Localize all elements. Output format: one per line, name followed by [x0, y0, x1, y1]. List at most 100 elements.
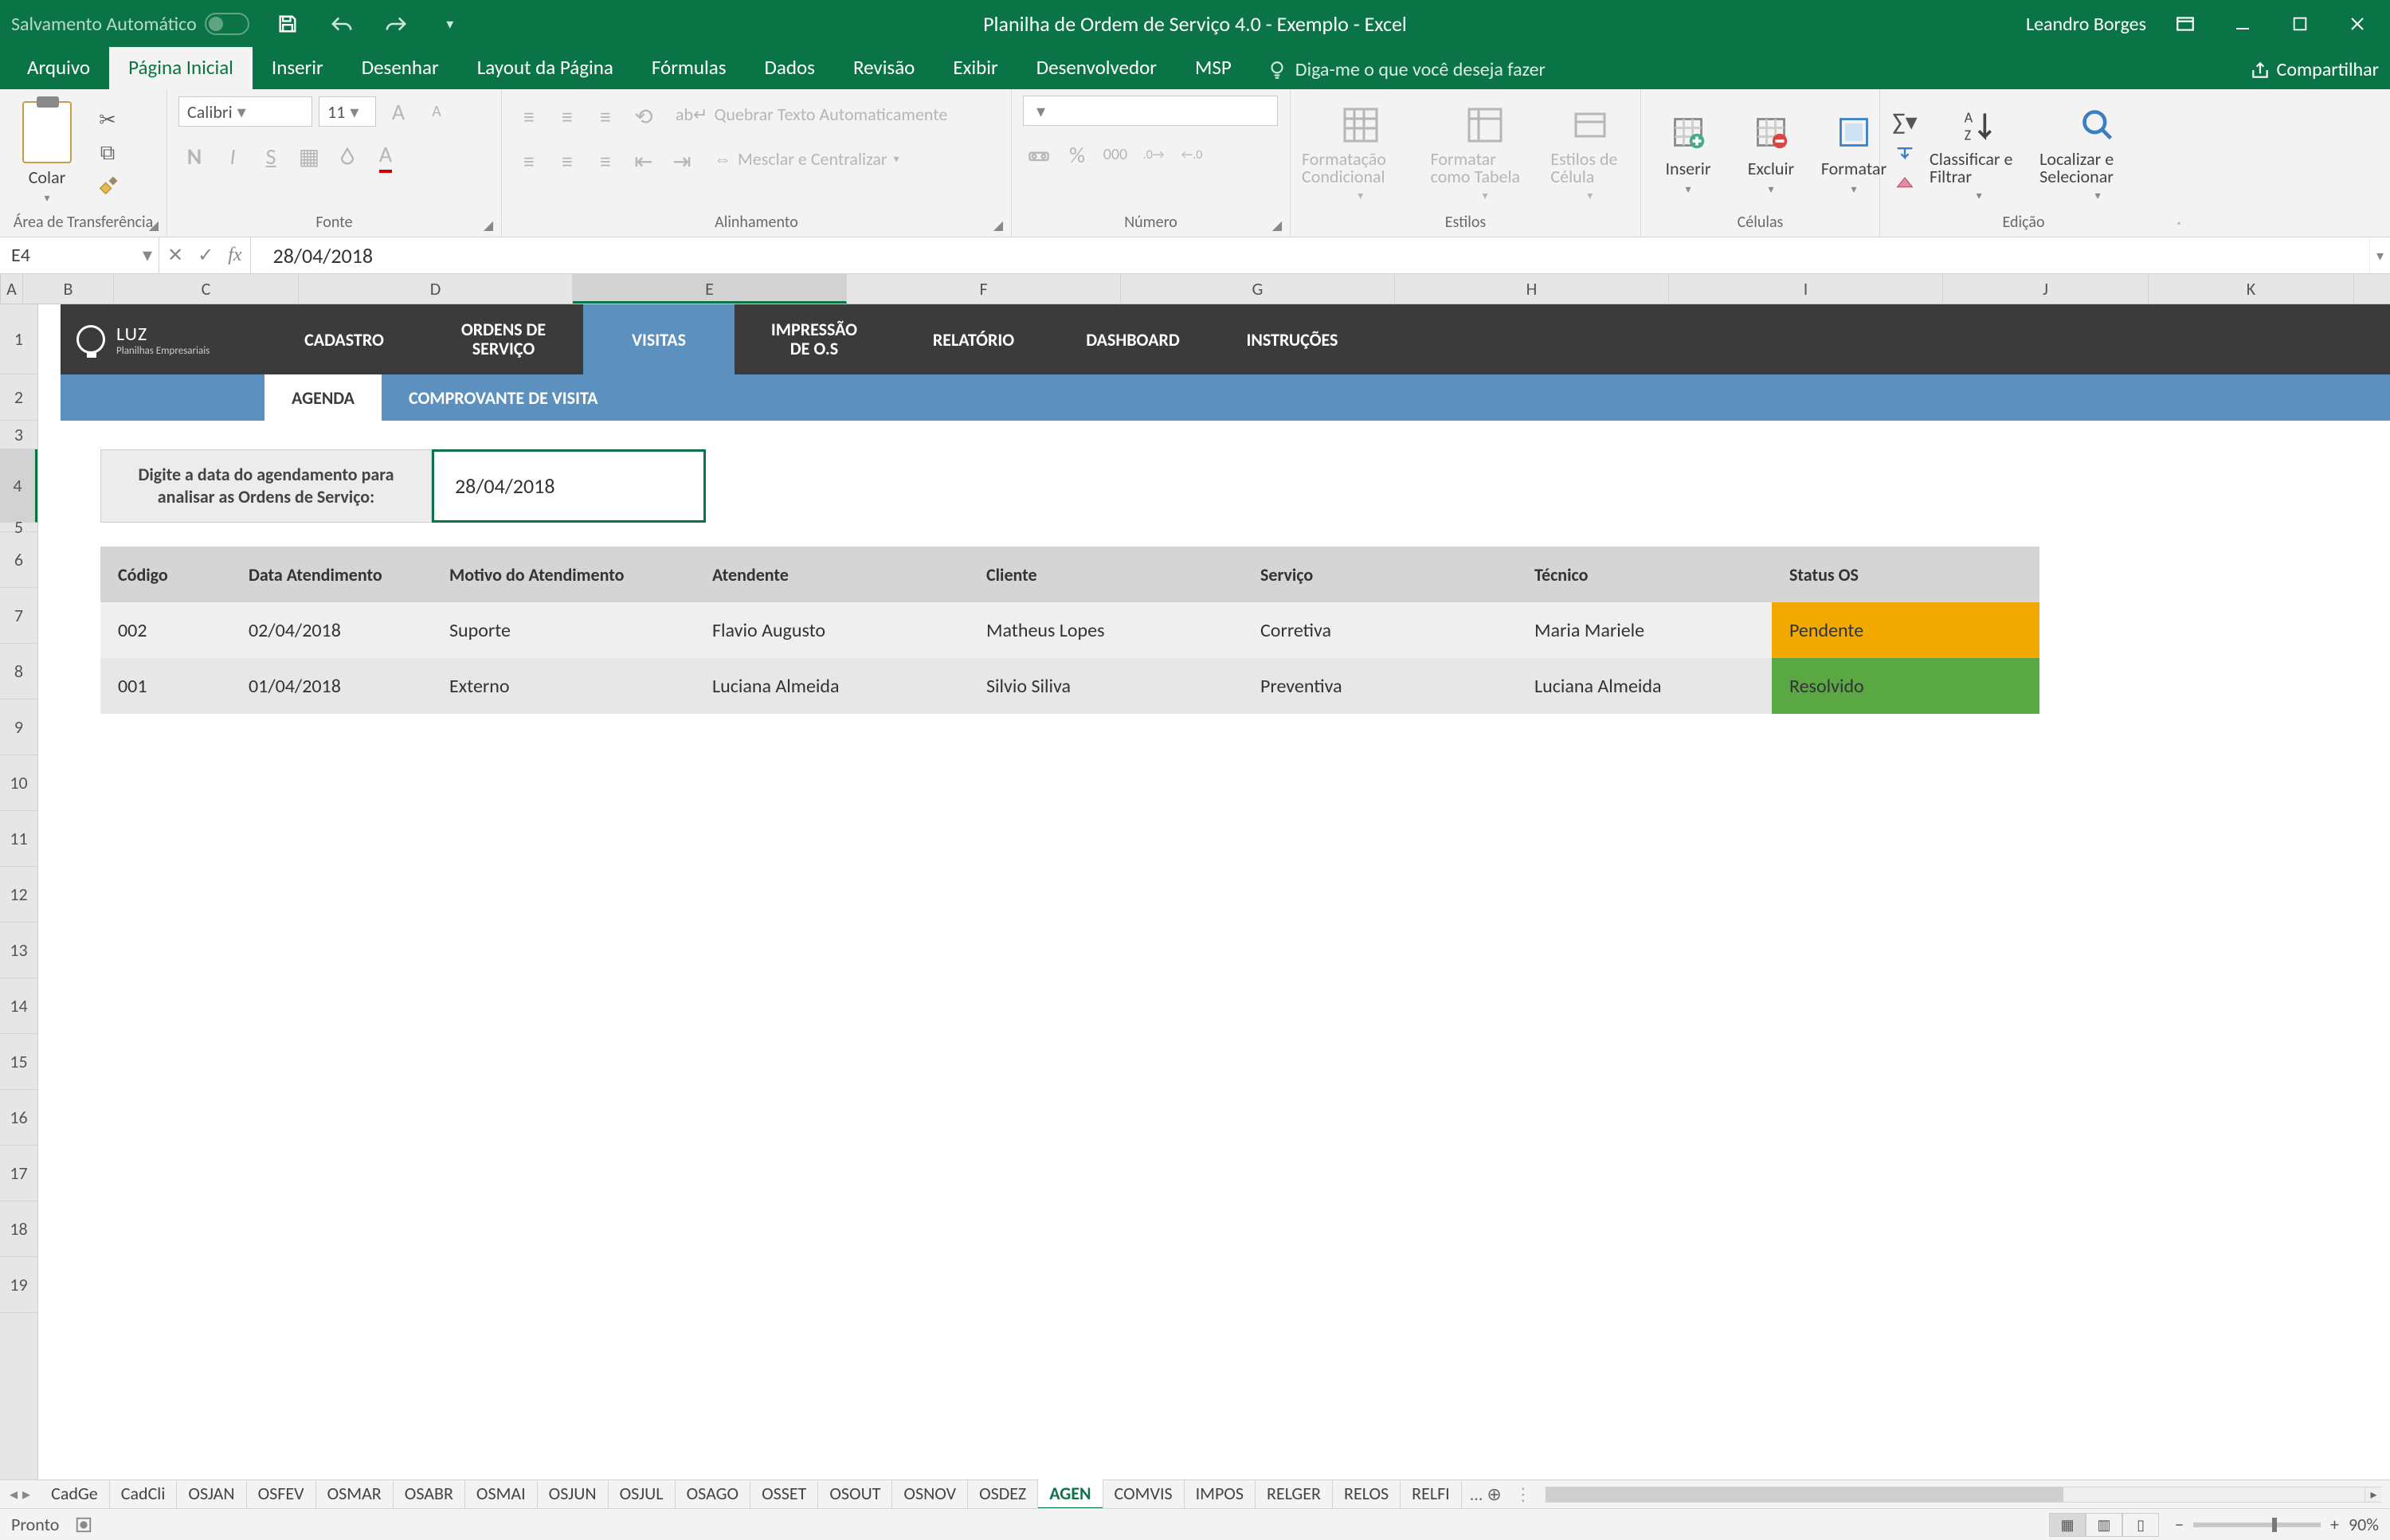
underline-icon[interactable]: S: [255, 140, 287, 172]
column-header[interactable]: I: [1669, 274, 1943, 304]
row-header[interactable]: 19: [0, 1257, 37, 1313]
fill-icon[interactable]: [1891, 141, 1918, 165]
row-header[interactable]: 3: [0, 421, 37, 449]
nav-dashboard[interactable]: DASHBOARD: [1053, 304, 1213, 374]
delete-cells-button[interactable]: Excluir▾: [1735, 110, 1807, 196]
sheet-tab-osabr[interactable]: OSABR: [394, 1479, 465, 1510]
row-header[interactable]: 18: [0, 1201, 37, 1257]
row-header[interactable]: 4: [0, 449, 37, 523]
row-header[interactable]: 1: [0, 304, 37, 374]
sheet-tab-impos[interactable]: IMPOS: [1185, 1479, 1256, 1510]
column-header[interactable]: F: [847, 274, 1121, 304]
sheet-tab-osmar[interactable]: OSMAR: [316, 1479, 394, 1510]
paste-button[interactable]: Colar ▾: [11, 101, 83, 205]
close-icon[interactable]: [2339, 6, 2376, 42]
align-right-icon[interactable]: ≡: [590, 145, 621, 177]
table-row[interactable]: 001 01/04/2018 Externo Luciana Almeida S…: [100, 658, 2039, 714]
row-header[interactable]: 13: [0, 923, 37, 978]
column-header[interactable]: L: [2354, 274, 2390, 304]
undo-icon[interactable]: [326, 8, 358, 40]
dialog-launcher-icon[interactable]: ◢: [993, 217, 1003, 233]
sheet-tab-cadcli[interactable]: CadCli: [110, 1479, 178, 1510]
column-header[interactable]: D: [299, 274, 573, 304]
menu-tab-exibir[interactable]: Exibir: [934, 47, 1017, 89]
zoom-level[interactable]: 90%: [2349, 1514, 2379, 1535]
minimize-icon[interactable]: [2224, 6, 2261, 42]
column-header[interactable]: H: [1395, 274, 1669, 304]
zoom-control[interactable]: − + 90%: [2175, 1514, 2379, 1535]
nav-impressao[interactable]: IMPRESSÃODE O.S: [735, 304, 894, 374]
borders-icon[interactable]: ▦: [293, 140, 325, 172]
menu-tab-desenhar[interactable]: Desenhar: [343, 47, 458, 89]
share-button[interactable]: Compartilhar: [2250, 58, 2379, 81]
insert-cells-button[interactable]: Inserir▾: [1652, 110, 1724, 196]
cut-icon[interactable]: ✂: [94, 108, 121, 131]
formula-input[interactable]: 28/04/2018: [251, 237, 2369, 273]
column-header[interactable]: A: [1, 274, 23, 304]
conditional-formatting-button[interactable]: Formatação Condicional▾: [1302, 103, 1420, 202]
accounting-format-icon[interactable]: [1023, 139, 1055, 170]
decrease-decimal-icon[interactable]: ←.0: [1176, 139, 1208, 170]
zoom-out-icon[interactable]: −: [2175, 1514, 2184, 1535]
zoom-slider[interactable]: [2193, 1522, 2321, 1527]
nav-visitas[interactable]: VISITAS: [583, 304, 735, 374]
row-header[interactable]: 15: [0, 1034, 37, 1090]
sheet-tab-osjul[interactable]: OSJUL: [609, 1479, 676, 1510]
sheet-tab-osjun[interactable]: OSJUN: [538, 1479, 609, 1510]
sheet-tab-relger[interactable]: RELGER: [1256, 1479, 1333, 1510]
clear-icon[interactable]: [1891, 171, 1918, 195]
sheet-tab-osago[interactable]: OSAGO: [676, 1479, 751, 1510]
row-header[interactable]: 16: [0, 1090, 37, 1146]
sheet-tab-osfev[interactable]: OSFEV: [247, 1479, 316, 1510]
table-row[interactable]: 002 02/04/2018 Suporte Flavio Augusto Ma…: [100, 602, 2039, 658]
row-header[interactable]: 6: [0, 532, 37, 588]
align-middle-icon[interactable]: ≡: [551, 100, 583, 132]
column-header[interactable]: C: [114, 274, 299, 304]
align-bottom-icon[interactable]: ≡: [590, 100, 621, 132]
cell-styles-button[interactable]: Estilos de Célula▾: [1550, 103, 1629, 202]
scrollbar-thumb[interactable]: [1546, 1487, 2063, 1502]
subnav-agenda[interactable]: AGENDA: [264, 374, 382, 421]
view-page-break-icon[interactable]: ▯: [2122, 1513, 2159, 1537]
menu-tab-layout-da-página[interactable]: Layout da Página: [458, 47, 633, 89]
format-cells-button[interactable]: Formatar▾: [1818, 110, 1890, 196]
nav-cadastro[interactable]: CADASTRO: [264, 304, 424, 374]
row-header[interactable]: 11: [0, 811, 37, 867]
qat-customize-icon[interactable]: ▾: [434, 8, 466, 40]
nav-relatorio[interactable]: RELATÓRIO: [894, 304, 1053, 374]
sheet-tab-osset[interactable]: OSSET: [750, 1479, 818, 1510]
row-header[interactable]: 5: [0, 523, 37, 532]
percent-icon[interactable]: %: [1061, 139, 1093, 170]
maximize-icon[interactable]: [2282, 6, 2318, 42]
tab-nav-arrows[interactable]: ◂▸: [0, 1484, 40, 1504]
filter-date-input[interactable]: 28/04/2018: [432, 449, 706, 523]
nav-ordens[interactable]: ORDENS DESERVIÇO: [424, 304, 583, 374]
menu-tab-dados[interactable]: Dados: [746, 47, 834, 89]
sheet-tab-osout[interactable]: OSOUT: [818, 1479, 892, 1510]
orientation-icon[interactable]: ⟲: [628, 100, 660, 132]
subnav-comprovante[interactable]: COMPROVANTE DE VISITA: [382, 374, 625, 421]
horizontal-scrollbar[interactable]: ◂ ▸: [1545, 1487, 2382, 1503]
find-select-button[interactable]: Localizar e Selecionar▾: [2039, 103, 2156, 202]
row-header[interactable]: 2: [0, 374, 37, 421]
increase-font-icon[interactable]: A: [382, 96, 414, 127]
italic-icon[interactable]: I: [217, 140, 249, 172]
sheet-tab-relfi[interactable]: RELFI: [1401, 1479, 1462, 1510]
zoom-in-icon[interactable]: +: [2330, 1514, 2339, 1535]
increase-decimal-icon[interactable]: .0→: [1138, 139, 1170, 170]
column-header[interactable]: J: [1943, 274, 2149, 304]
view-page-layout-icon[interactable]: ▥: [2086, 1513, 2122, 1537]
menu-tab-revisão[interactable]: Revisão: [834, 47, 934, 89]
collapse-ribbon-icon[interactable]: ˄: [2167, 89, 2191, 237]
font-color-icon[interactable]: A: [370, 140, 402, 172]
row-header[interactable]: 10: [0, 755, 37, 811]
number-format-combo[interactable]: ▾: [1023, 96, 1278, 126]
menu-tab-página-inicial[interactable]: Página Inicial: [109, 47, 253, 89]
copy-icon[interactable]: ⧉: [94, 141, 121, 165]
macro-record-icon[interactable]: [75, 1516, 92, 1534]
sheet-tab-cadge[interactable]: CadGe: [40, 1479, 110, 1510]
column-header[interactable]: B: [23, 274, 114, 304]
sheet-tab-osjan[interactable]: OSJAN: [177, 1479, 246, 1510]
menu-tab-desenvolvedor[interactable]: Desenvolvedor: [1017, 47, 1176, 89]
align-left-icon[interactable]: ≡: [513, 145, 545, 177]
